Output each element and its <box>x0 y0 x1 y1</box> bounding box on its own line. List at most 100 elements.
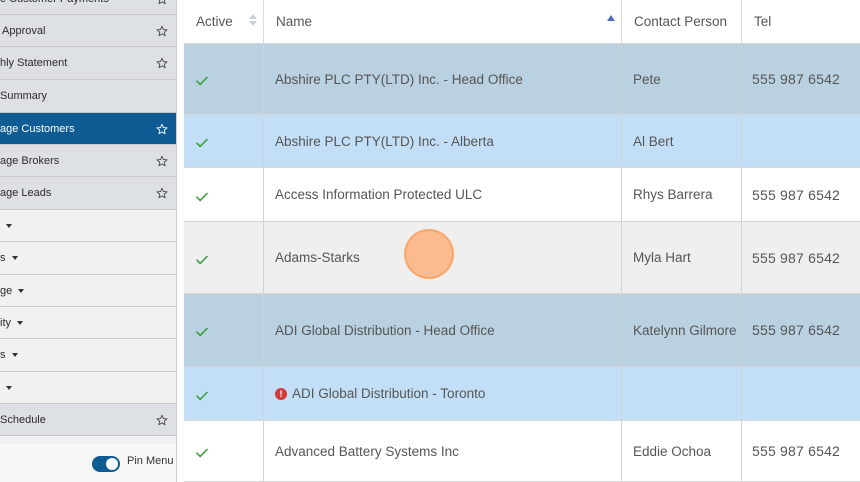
cell-contact-person <box>622 367 742 420</box>
table-row[interactable]: Abshire PLC PTY(LTD) Inc. - Alberta Al Be… <box>184 115 860 168</box>
star-outline-icon[interactable] <box>156 155 168 167</box>
sidebar-item[interactable]: age Customers <box>0 113 176 145</box>
exclamation-circle-icon: ! <box>275 387 287 400</box>
sidebar-item[interactable]: hly Statement <box>0 47 176 80</box>
column-header-contact-person[interactable]: Contact Person <box>622 0 742 43</box>
customer-name: Access Information Protected ULC <box>275 187 483 202</box>
cell-tel <box>742 115 860 167</box>
sidebar-item[interactable]: Approval <box>0 15 176 47</box>
sidebar-item-label: ge <box>0 284 25 297</box>
table-header: Active Name Contact Person Tel <box>184 0 860 44</box>
sidebar-item-text: ity <box>0 316 11 329</box>
sidebar-item[interactable]: s <box>0 242 176 275</box>
table-row[interactable]: ADI Global Distribution - Head Office Kat… <box>184 294 860 367</box>
table-row[interactable]: Adams-Starks Myla Hart 555 987 6542 <box>184 222 860 294</box>
chevron-down-icon <box>11 256 18 260</box>
sidebar-item[interactable]: ity <box>0 307 176 339</box>
sidebar-item[interactable]: ge <box>0 275 176 307</box>
checkmark-icon <box>196 446 208 458</box>
checkmark-icon <box>196 389 208 400</box>
cell-name: Advanced Battery Systems Inc <box>264 421 622 481</box>
table-row[interactable]: ! ADI Global Distribution - Toronto <box>184 367 860 421</box>
chevron-down-icon <box>6 385 12 390</box>
checkmark-icon <box>196 190 208 201</box>
column-header-tel[interactable]: Tel <box>742 0 860 43</box>
star-outline-icon[interactable] <box>156 123 168 135</box>
sidebar-item[interactable]: Schedule <box>0 404 176 436</box>
table-row[interactable]: Access Information Protected ULC Rhys Bar… <box>184 168 860 222</box>
telephone: 555 987 6542 <box>752 186 841 203</box>
sidebar-item[interactable]: age Leads <box>0 177 176 210</box>
sidebar-item-label <box>0 223 12 228</box>
star-outline-icon[interactable] <box>156 57 168 69</box>
column-header-label: Name <box>276 14 313 29</box>
sidebar-item-label: ity <box>0 317 23 329</box>
cell-tel <box>742 367 860 420</box>
cell-contact-person: Myla Hart <box>622 222 742 293</box>
column-header-name[interactable]: Name <box>264 0 622 43</box>
toggle-knob <box>106 458 118 470</box>
sidebar-menu: e Customer Payments Approval hly Statement… <box>0 0 177 482</box>
sidebar-item-label: age Leads <box>0 187 52 199</box>
column-header-label: Contact Person <box>634 14 728 29</box>
customer-name: ADI Global Distribution - Toronto <box>292 386 486 401</box>
sidebar-item-label: Approval <box>2 24 46 37</box>
cell-active <box>184 421 264 481</box>
sidebar-item-label: e Customer Payments <box>0 0 109 5</box>
column-header-label: Tel <box>754 14 772 29</box>
sidebar-item-label: Schedule <box>0 413 46 426</box>
checkmark-icon <box>196 74 208 86</box>
chevron-down-icon <box>18 288 25 293</box>
cell-tel: 555 987 6542 <box>742 222 860 293</box>
click-indicator <box>404 229 454 279</box>
cell-contact-person: Rhys Barrera <box>622 168 742 221</box>
sidebar-item[interactable]: e Customer Payments <box>0 0 176 15</box>
pin-menu-toggle[interactable] <box>92 456 120 472</box>
customers-table: Active Name Contact Person Tel Abshire P… <box>184 0 860 482</box>
sidebar-item-text: s <box>0 349 6 361</box>
sidebar-item-label: age Customers <box>0 122 75 135</box>
chevron-down-icon <box>17 320 23 325</box>
star-outline-icon[interactable] <box>156 414 168 426</box>
contact-person: Al Bert <box>633 133 674 149</box>
cell-contact-person: Al Bert <box>622 115 742 167</box>
cell-name: Abshire PLC PTY(LTD) Inc. - Alberta <box>264 115 622 167</box>
cell-active <box>184 294 264 366</box>
sidebar-item-text: s <box>0 252 6 264</box>
contact-person: Pete <box>633 71 661 87</box>
cell-tel: 555 987 6542 <box>742 421 860 481</box>
checkmark-icon <box>196 136 208 148</box>
cell-tel: 555 987 6542 <box>742 44 860 114</box>
customer-name: Adams-Starks <box>275 250 360 265</box>
cell-contact-person: Katelynn Gilmore <box>622 294 742 366</box>
column-header-active[interactable]: Active <box>184 0 264 43</box>
table-row[interactable]: Advanced Battery Systems Inc Eddie Ochoa 5… <box>184 421 860 482</box>
sidebar-item[interactable] <box>0 210 176 242</box>
contact-person: Rhys Barrera <box>633 187 713 202</box>
table-row[interactable]: Abshire PLC PTY(LTD) Inc. - Head Office P… <box>184 44 860 115</box>
contact-person: Katelynn Gilmore <box>633 322 737 338</box>
contact-person: Myla Hart <box>633 250 691 265</box>
customer-name: Advanced Battery Systems Inc <box>275 443 459 459</box>
sidebar-item-label: age Brokers <box>0 154 60 167</box>
sidebar-item-text: ge <box>0 284 13 297</box>
checkmark-icon <box>196 325 208 337</box>
cell-name: Access Information Protected ULC <box>264 168 622 221</box>
cell-active <box>184 44 264 114</box>
sidebar-item[interactable] <box>0 372 176 404</box>
cell-active <box>184 367 264 420</box>
star-outline-icon[interactable] <box>156 187 168 199</box>
cell-contact-person: Eddie Ochoa <box>622 421 742 481</box>
sidebar-item[interactable]: age Brokers <box>0 145 176 177</box>
column-header-label: Active <box>196 14 233 29</box>
cell-name: ! ADI Global Distribution - Toronto <box>264 367 622 420</box>
cell-active <box>184 168 264 221</box>
customer-name: Abshire PLC PTY(LTD) Inc. - Alberta <box>275 133 494 149</box>
customer-name: Abshire PLC PTY(LTD) Inc. - Head Office <box>275 71 523 87</box>
sort-icon <box>249 14 257 28</box>
star-outline-icon[interactable] <box>156 25 168 37</box>
cell-tel: 555 987 6542 <box>742 294 860 366</box>
sidebar-item[interactable]: Summary <box>0 80 176 113</box>
star-outline-icon[interactable] <box>156 0 168 5</box>
sidebar-item[interactable]: s <box>0 339 176 372</box>
